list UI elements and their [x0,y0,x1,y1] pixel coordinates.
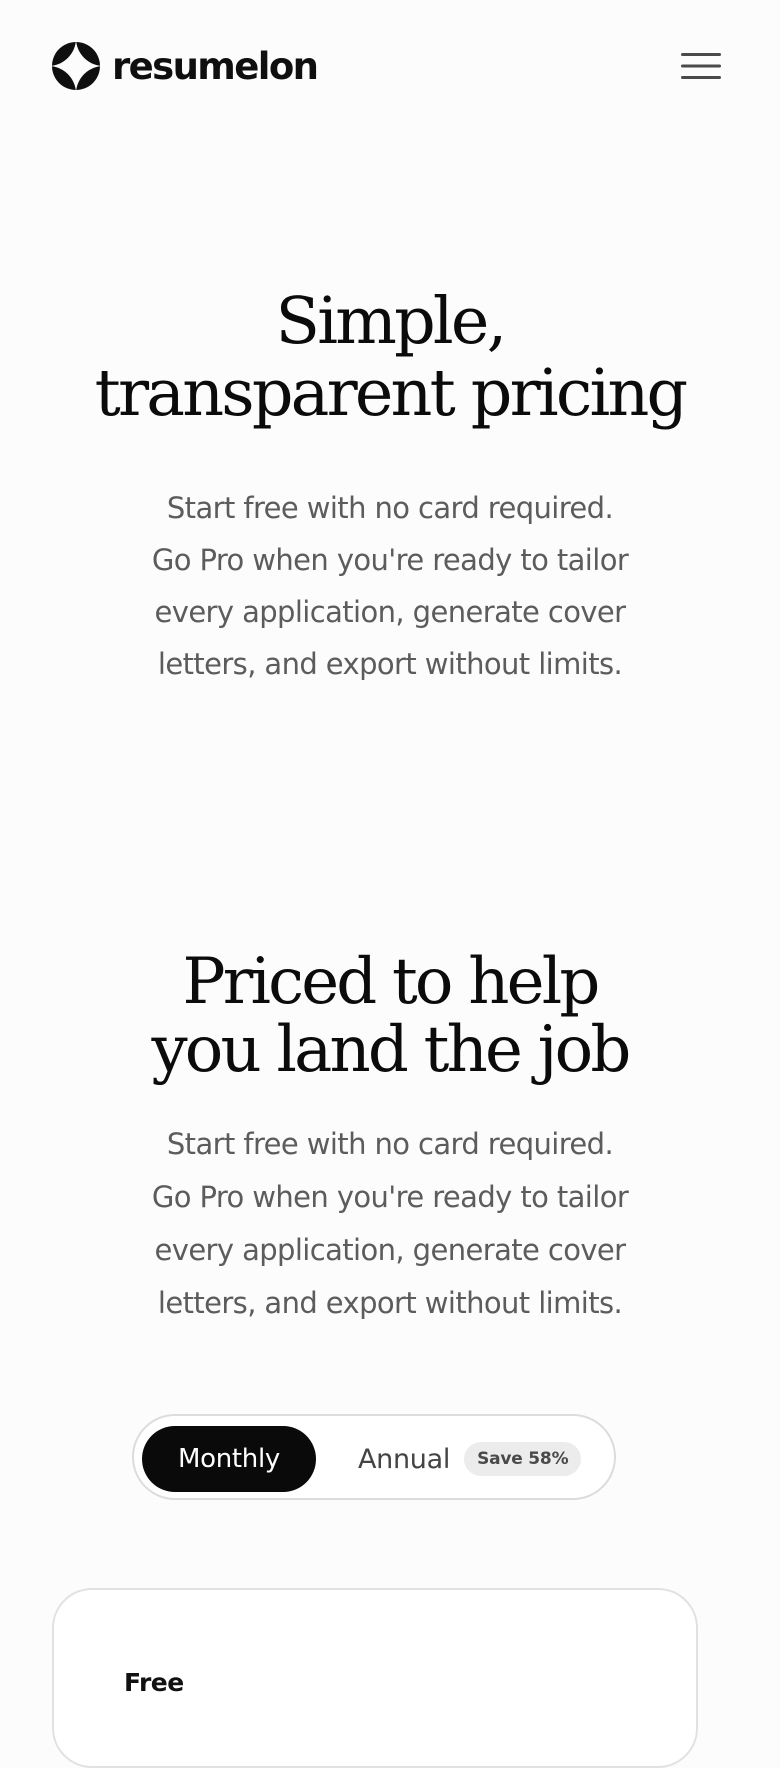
hero-title-line: Simple, [275,284,508,359]
hamburger-menu-icon [681,53,721,79]
hero-description: Start free with no card required. Go Pro… [110,482,670,690]
brand-link[interactable]: resumelon [52,42,319,90]
annual-toggle-button[interactable]: Annual Save 58% [358,1426,582,1492]
hero-title: Simple, transparent pricing [0,286,780,430]
plan-card-free: Free [52,1588,698,1768]
hero-description-line: letters, and export without limits. [157,647,623,681]
pricing-description-line: Go Pro when you're ready to tailor [151,1180,629,1214]
pricing-title-line: you land the job [151,1013,631,1087]
hero-title-line: transparent pricing [94,356,688,431]
pricing-description: Start free with no card required. Go Pro… [110,1118,670,1330]
pricing-description-line: Start free with no card required. [166,1127,614,1161]
hero-description-line: Start free with no card required. [166,491,614,525]
annual-label: Annual [358,1443,451,1475]
hero-description-line: Go Pro when you're ready to tailor [151,543,629,577]
site-header: resumelon [52,40,728,92]
plan-name: Free [124,1668,184,1697]
pricing-description-line: letters, and export without limits. [157,1286,623,1320]
monthly-toggle-button[interactable]: Monthly [142,1426,316,1492]
pricing-title: Priced to help you land the job [0,948,780,1084]
pricing-description-line: every application, generate cover [154,1233,627,1267]
pricing-title-line: Priced to help [182,945,600,1019]
brand-name: resumelon [112,44,319,88]
hero-description-line: every application, generate cover [154,595,627,629]
billing-period-toggle: Monthly Annual Save 58% [132,1414,616,1500]
diamond-logo-icon [52,42,100,90]
save-badge: Save 58% [464,1442,582,1476]
menu-button[interactable] [678,43,724,89]
